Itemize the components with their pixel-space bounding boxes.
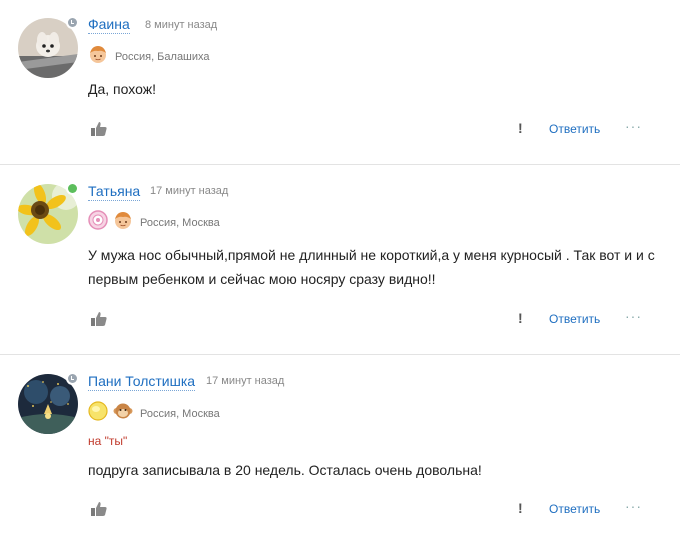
online-status-icon	[68, 184, 77, 193]
away-status-icon	[68, 374, 77, 383]
reply-button[interactable]: Ответить	[549, 502, 600, 516]
comment-actions: ! Ответить ···	[88, 118, 648, 140]
reply-button[interactable]: Ответить	[549, 122, 600, 136]
like-icon[interactable]	[90, 120, 108, 138]
user-badges: Россия, Балашиха	[88, 44, 210, 69]
comment-actions: ! Ответить ···	[88, 498, 648, 520]
comment-text: У мужа нос обычный,прямой не длинный не …	[88, 247, 655, 287]
comment-text: подруга записывала в 20 недель. Осталась…	[88, 462, 482, 478]
monkey-avatar-icon	[113, 401, 133, 426]
user-badges: Россия, Москва	[88, 401, 220, 426]
comment-actions: ! Ответить ···	[88, 308, 648, 330]
author-link[interactable]: Фаина	[88, 16, 130, 34]
like-icon[interactable]	[90, 500, 108, 518]
more-options-icon[interactable]: ···	[625, 308, 642, 324]
comment-item: Фаина 8 минут назад Россия, Балашиха Да,…	[0, 0, 680, 165]
report-button[interactable]: !	[518, 120, 523, 136]
away-status-icon	[68, 18, 77, 27]
timestamp: 8 минут назад	[145, 19, 218, 31]
reply-button[interactable]: Ответить	[549, 312, 600, 326]
more-options-icon[interactable]: ···	[625, 498, 642, 514]
like-icon[interactable]	[90, 310, 108, 328]
author-link[interactable]: Пани Толстишка	[88, 373, 196, 391]
user-badges: Россия, Москва	[88, 210, 220, 235]
avatar[interactable]	[18, 184, 78, 244]
address-preference-tag: на "ты"	[88, 434, 128, 448]
avatar[interactable]	[18, 374, 78, 434]
timestamp: 17 минут назад	[150, 185, 229, 197]
boy-avatar-icon	[113, 210, 133, 235]
comment-text: Да, похож!	[88, 81, 156, 97]
comment-item: Пани Толстишка 17 минут назад Россия, Мо…	[0, 355, 680, 535]
more-options-icon[interactable]: ···	[625, 118, 642, 134]
boy-avatar-icon	[88, 44, 108, 69]
timestamp: 17 минут назад	[206, 375, 285, 387]
report-button[interactable]: !	[518, 310, 523, 326]
comment-item: Татьяна 17 минут назад Россия, Москва У …	[0, 165, 680, 355]
report-button[interactable]: !	[518, 500, 523, 516]
avatar[interactable]	[18, 18, 78, 78]
author-link[interactable]: Татьяна	[88, 183, 141, 201]
user-location: Россия, Москва	[140, 216, 220, 229]
user-location: Россия, Балашиха	[115, 50, 210, 63]
user-location: Россия, Москва	[140, 407, 220, 420]
yellow-circle-badge-icon	[88, 401, 108, 426]
pink-circle-badge-icon	[88, 210, 108, 235]
